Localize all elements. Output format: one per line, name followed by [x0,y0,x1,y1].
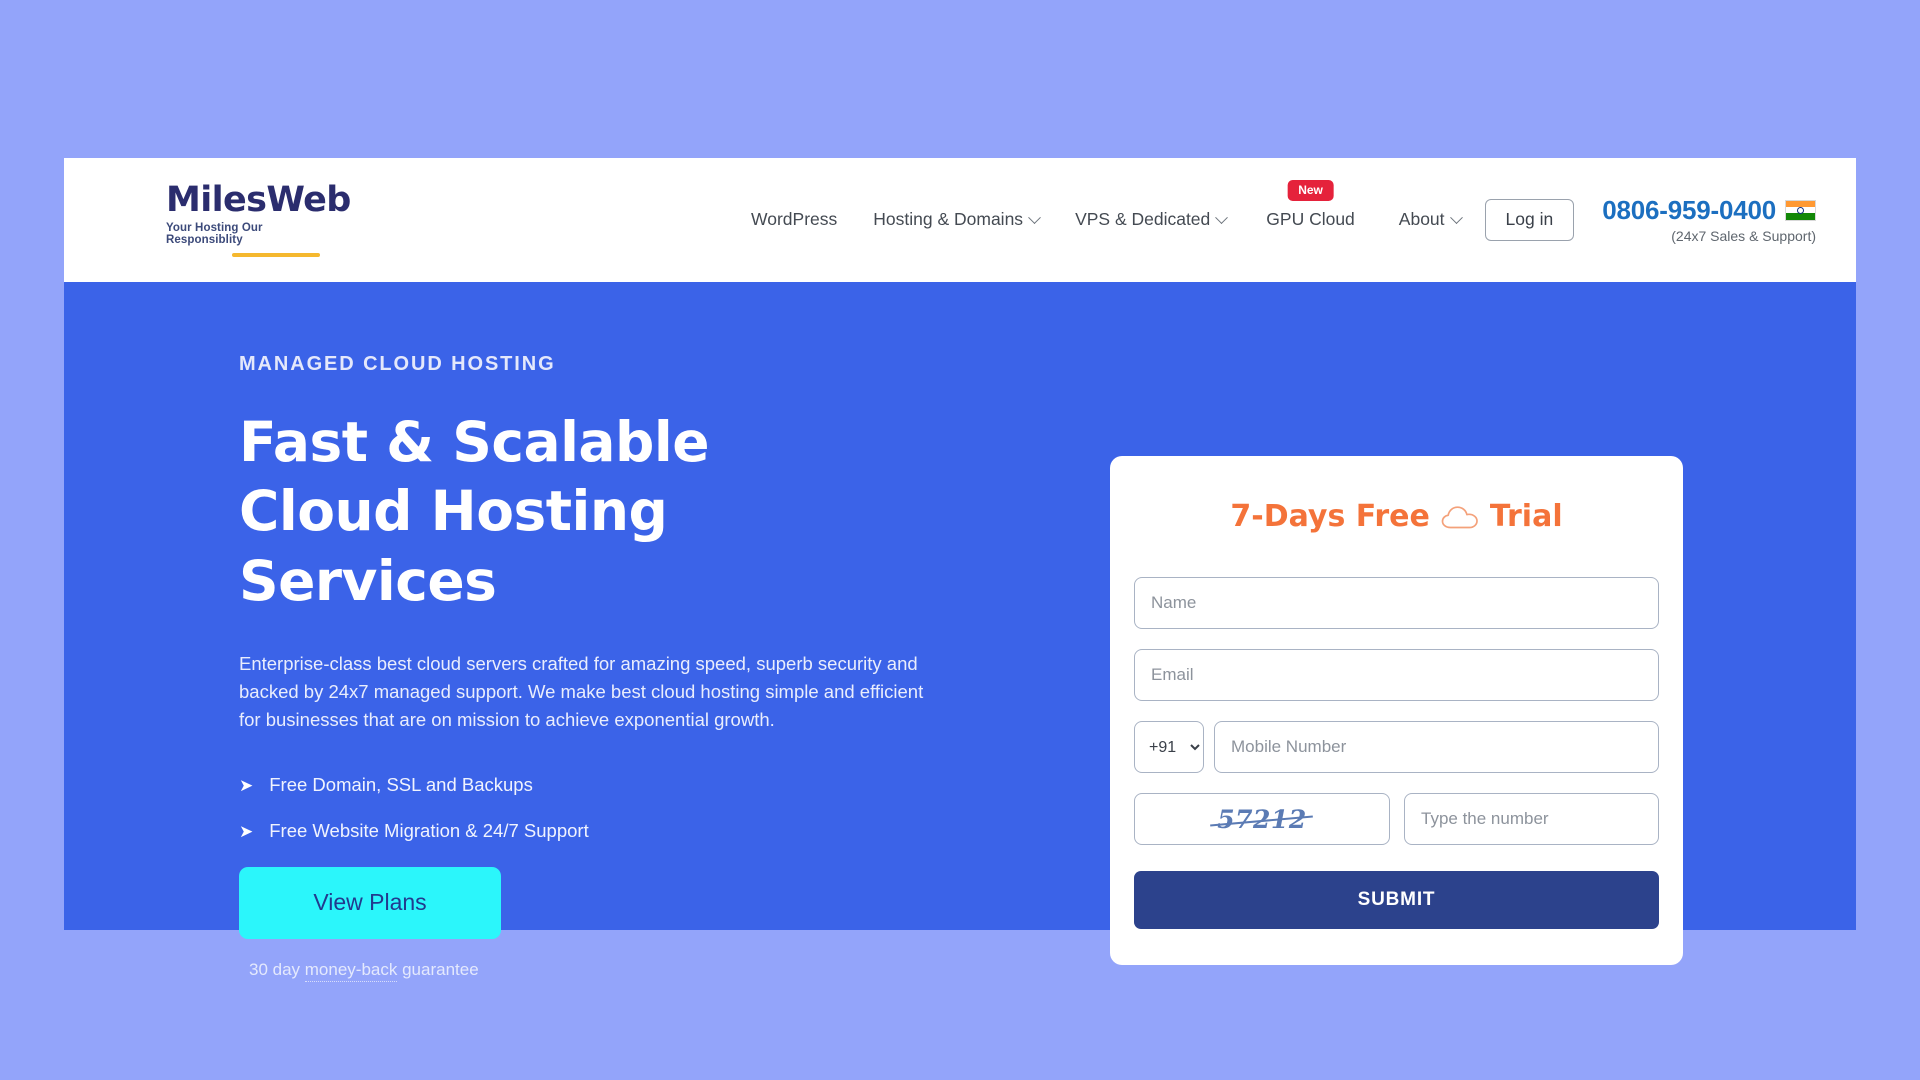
nav-item-vps-dedicated[interactable]: VPS & Dedicated [1057,211,1244,229]
free-trial-form-card: 7-Days Free Trial +91 57212 S [1110,456,1683,965]
hero-section: MANAGED CLOUD HOSTING Fast & Scalable Cl… [64,282,1856,982]
nav-label: Hosting & Domains [873,209,1024,230]
captcha-row: 57212 [1134,793,1659,845]
captcha-code: 57212 [1217,804,1307,834]
support-phone-block: 0806-959-0400 (24x7 Sales & Support) [1602,197,1816,243]
nav-item-about[interactable]: About [1377,211,1477,229]
captcha-input[interactable] [1404,793,1659,845]
captcha-image: 57212 [1134,793,1390,845]
nav-item-wordpress[interactable]: WordPress [733,211,855,229]
chevron-down-icon [1449,210,1463,224]
main-navigation: WordPress Hosting & Domains VPS & Dedica… [314,180,1820,243]
nav-label: VPS & Dedicated [1075,209,1211,230]
nav-label: WordPress [751,209,838,230]
hero-feature-list: ➤ Free Domain, SSL and Backups ➤ Free We… [239,774,1044,842]
phone-line: 0806-959-0400 [1602,197,1816,223]
site-logo[interactable]: MilesWeb Your Hosting Our Responsiblity [104,180,351,257]
mobile-row: +91 [1134,721,1659,773]
page-title: Fast & Scalable Cloud Hosting Services [239,410,710,613]
nav-item-gpu-cloud[interactable]: New GPU Cloud [1244,180,1377,230]
page-container: MilesWeb Your Hosting Our Responsiblity … [64,158,1856,982]
guarantee-prefix: 30 day [249,959,305,979]
arrow-right-icon: ➤ [239,776,254,796]
nav-label: GPU Cloud [1266,209,1355,230]
logo-wordmark: MilesWeb [166,180,351,221]
hero-eyebrow: MANAGED CLOUD HOSTING [239,353,556,375]
form-title-after: Trial [1489,499,1563,534]
login-button[interactable]: Log in [1484,199,1575,241]
new-badge: New [1287,180,1334,202]
view-plans-button[interactable]: View Plans [239,866,501,939]
guarantee-suffix: guarantee [397,959,479,979]
form-title: 7-Days Free Trial [1134,502,1659,532]
logo-underline-bar [232,253,320,257]
feature-label: Free Domain, SSL and Backups [269,774,533,796]
money-back-link[interactable]: money-back [304,959,398,982]
name-input[interactable] [1134,577,1659,629]
money-back-guarantee-text: 30 day money-back guarantee [239,959,1044,982]
nav-item-hosting-domains[interactable]: Hosting & Domains [855,211,1057,229]
support-phone-caption: (24x7 Sales & Support) [1671,228,1816,244]
form-title-before: 7-Days Free [1230,499,1430,534]
hero-description: Enterprise-class best cloud servers craf… [239,652,924,731]
support-phone-number[interactable]: 0806-959-0400 [1602,197,1776,223]
nav-label: About [1398,209,1445,230]
site-header: MilesWeb Your Hosting Our Responsiblity … [64,158,1856,282]
chevron-down-icon [1215,210,1229,224]
country-code-select[interactable]: +91 [1134,721,1204,773]
arrow-right-icon: ➤ [239,822,254,842]
hero-content: MANAGED CLOUD HOSTING Fast & Scalable Cl… [64,282,1044,982]
submit-button[interactable]: SUBMIT [1134,871,1659,929]
chevron-down-icon [1028,210,1041,224]
cloud-icon [1441,505,1478,528]
list-item: ➤ Free Website Migration & 24/7 Support [239,820,1044,842]
mobile-number-input[interactable] [1214,721,1659,773]
feature-label: Free Website Migration & 24/7 Support [269,820,589,842]
india-flag-icon [1785,199,1816,221]
logo-tagline: Your Hosting Our Responsiblity [166,222,263,246]
email-field[interactable] [1134,649,1659,701]
list-item: ➤ Free Domain, SSL and Backups [239,774,1044,796]
